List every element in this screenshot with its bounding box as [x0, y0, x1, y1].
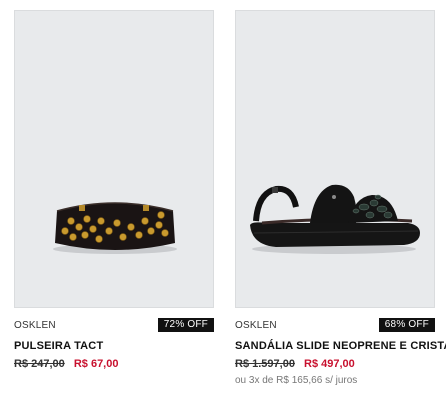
product-brand: OSKLEN: [14, 320, 56, 331]
old-price: R$ 1.597,00: [235, 358, 295, 370]
product-brand: OSKLEN: [235, 320, 277, 331]
installments-text: ou 3x de R$ 165,66 s/ juros: [235, 375, 358, 386]
discount-badge: 72% OFF: [157, 318, 214, 332]
product-grid: OSKLEN 72% OFF PULSEIRA TACT R$ 247,00 R…: [0, 0, 446, 400]
product-card[interactable]: OSKLEN 72% OFF PULSEIRA TACT R$ 247,00 R…: [14, 10, 214, 370]
price-row: R$ 247,00 R$ 67,00: [14, 358, 214, 370]
product-meta: OSKLEN 72% OFF: [14, 318, 214, 338]
price-row: R$ 1.597,00 R$ 497,00: [235, 358, 435, 370]
product-card[interactable]: OSKLEN 68% OFF SANDÁLIA SLIDE NEOPRENE E…: [235, 10, 446, 386]
discount-badge: 68% OFF: [378, 318, 435, 332]
product-image-bracelet[interactable]: [14, 10, 214, 308]
old-price: R$ 247,00: [14, 358, 65, 370]
studded-bracelet-image: [53, 202, 177, 254]
product-meta: OSKLEN 68% OFF: [235, 318, 435, 338]
sale-price: R$ 67,00: [73, 358, 119, 370]
product-name[interactable]: SANDÁLIA SLIDE NEOPRENE E CRISTAIS: [235, 340, 446, 352]
product-image-sandal[interactable]: [235, 10, 435, 308]
sandal-image: [250, 184, 420, 254]
product-name[interactable]: PULSEIRA TACT: [14, 340, 214, 352]
sale-price: R$ 497,00: [304, 358, 355, 370]
